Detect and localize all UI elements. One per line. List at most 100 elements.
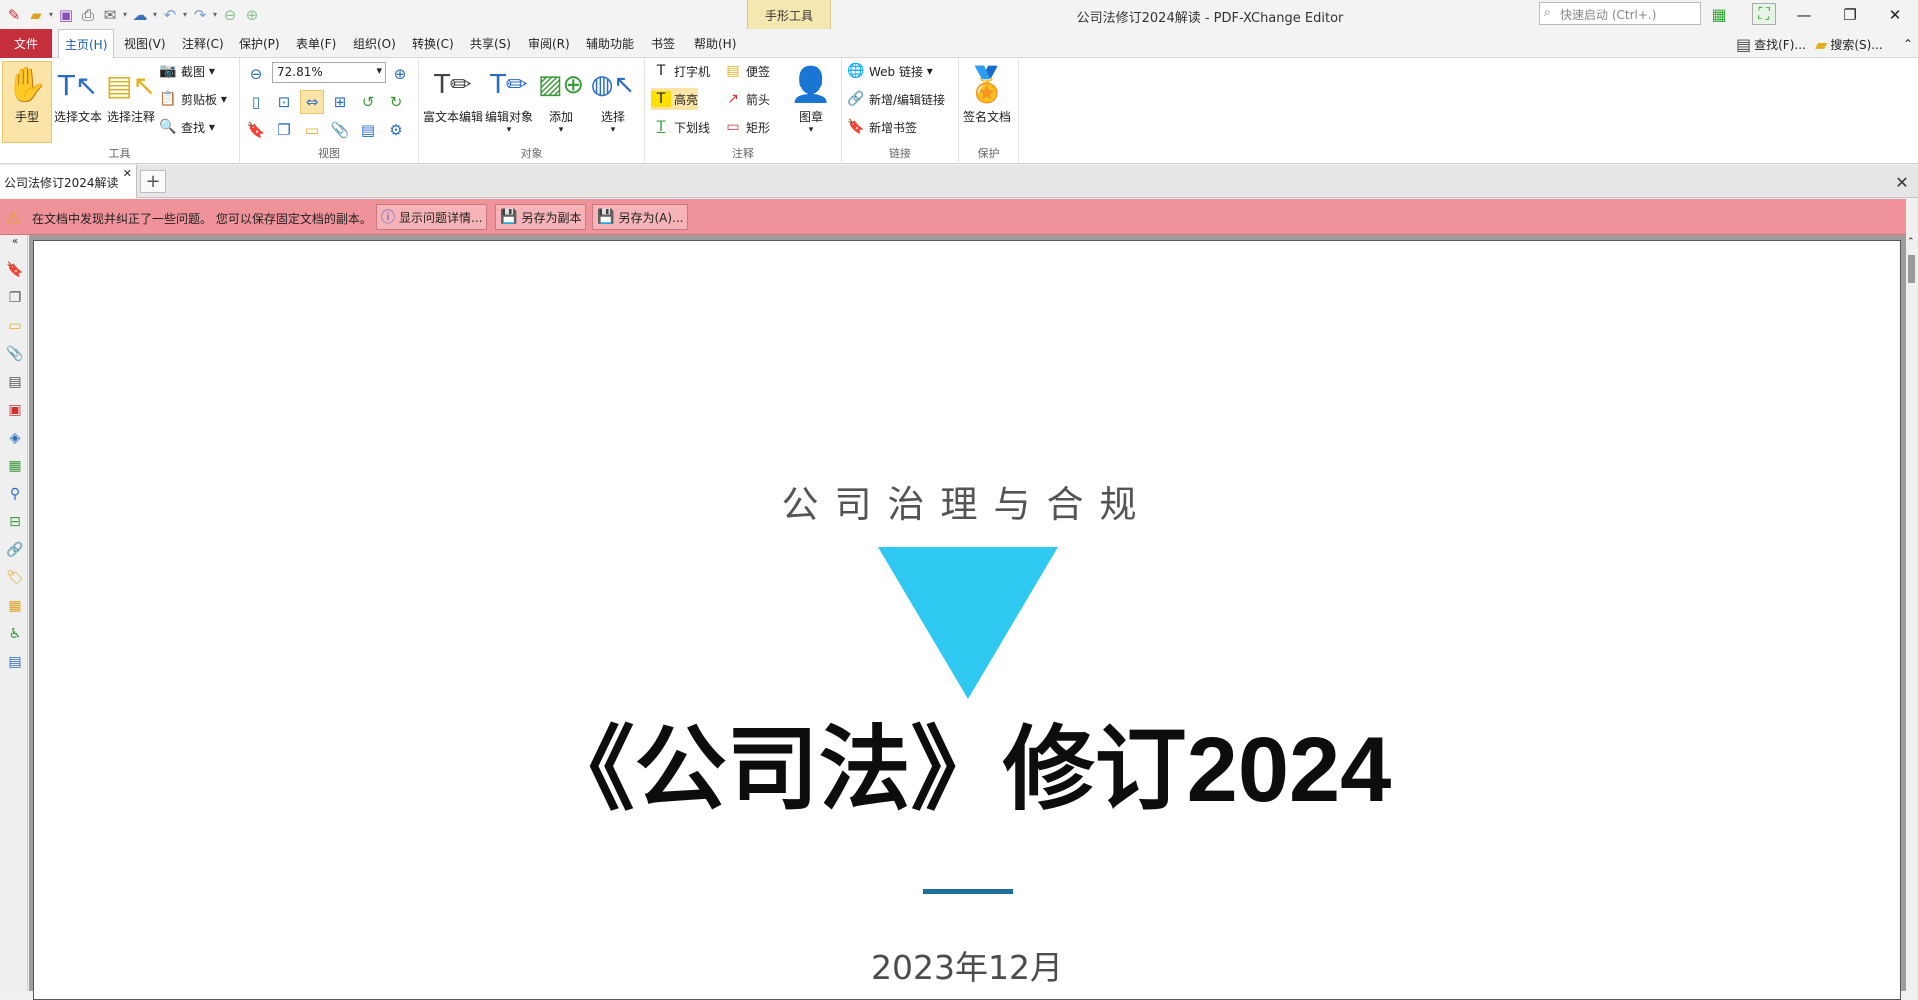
zoom-select[interactable]: 72.81% ▾ xyxy=(272,62,386,83)
order-pane-icon[interactable]: ▦ xyxy=(4,595,26,617)
comments-pane-icon[interactable]: ▭ xyxy=(4,315,26,337)
links-pane-icon[interactable]: 🔗 xyxy=(4,539,26,561)
select-text-button[interactable]: T↖ 选择文本 xyxy=(54,62,102,125)
comments-icon[interactable]: ▭ xyxy=(300,118,324,142)
restore-button[interactable]: ❐ xyxy=(1827,0,1873,29)
file-menu-button[interactable]: 文件 xyxy=(0,29,52,58)
close-button[interactable]: ✕ xyxy=(1872,0,1918,29)
stamp-button[interactable]: 👤 图章 ▾ xyxy=(790,62,832,135)
web-link-button[interactable]: 🌐 Web 链接 ▾ xyxy=(846,60,933,82)
email-icon[interactable]: ✉ xyxy=(99,4,121,26)
attachment-icon[interactable]: 📎 xyxy=(328,118,352,142)
sign-document-button[interactable]: 🏅 签名文档 xyxy=(963,62,1011,125)
chevron-down-icon[interactable]: ▾ xyxy=(181,10,189,19)
save-as-button[interactable]: 💾 另存为(A)... xyxy=(592,204,689,230)
find-button[interactable]: ▤ 查找(F)... xyxy=(1736,33,1806,55)
clipboard-button[interactable]: 📋 剪贴板 ▾ xyxy=(158,88,227,110)
destinations-pane-icon[interactable]: ⚲ xyxy=(4,483,26,505)
edit-object-button[interactable]: T✏ 编辑对象 ▾ xyxy=(485,62,533,135)
underline-button[interactable]: T 下划线 xyxy=(651,116,710,138)
forward-icon[interactable]: ⊕ xyxy=(241,4,263,26)
redo-icon[interactable]: ↷ xyxy=(189,4,211,26)
scrollbar-thumb[interactable] xyxy=(1908,255,1915,283)
thumbnail-icon[interactable]: ▤ xyxy=(356,118,380,142)
structure-pane-icon[interactable]: ⊟ xyxy=(4,511,26,533)
content-pane-icon[interactable]: ▤ xyxy=(4,371,26,393)
app-icon[interactable]: ✎ xyxy=(3,4,25,26)
tab-help[interactable]: 帮助(H) xyxy=(688,29,742,58)
hand-tool-button[interactable]: ✋ 手型 xyxy=(2,61,52,143)
tab-review[interactable]: 审阅(R) xyxy=(522,29,576,58)
chevron-down-icon[interactable]: ▾ xyxy=(47,10,55,19)
select-object-button[interactable]: ◍↖ 选择 ▾ xyxy=(591,62,635,135)
print-icon[interactable]: ⎙ xyxy=(77,4,99,26)
fields-pane-icon[interactable]: ▦ xyxy=(4,455,26,477)
cloud-icon[interactable]: ☁ xyxy=(129,4,151,26)
fit-visible-icon[interactable]: ⊞ xyxy=(328,90,352,114)
bookmark-icon[interactable]: 🔖 xyxy=(244,118,268,142)
select-comment-button[interactable]: ▤↖ 选择注释 xyxy=(106,62,156,125)
arrow-button[interactable]: ↗ 箭头 xyxy=(723,88,770,110)
pages-icon[interactable]: ❐ xyxy=(272,118,296,142)
fit-width-icon[interactable]: ⇔ xyxy=(300,90,324,114)
collapse-sidebar-icon[interactable]: « xyxy=(4,235,26,247)
find-tool-button[interactable]: 🔍 查找 ▾ xyxy=(158,116,215,138)
bookmarks-pane-icon[interactable]: 🔖 xyxy=(4,259,26,281)
thumbnails-pane-icon[interactable]: ❐ xyxy=(4,287,26,309)
tab-protect[interactable]: 保护(P) xyxy=(233,29,286,58)
tab-accessibility[interactable]: 辅助功能 xyxy=(580,29,640,58)
close-all-icon[interactable]: ✕ xyxy=(1890,170,1914,194)
snapshot-button[interactable]: 📷 截图 ▾ xyxy=(158,60,215,82)
scroll-up-icon[interactable]: ⌃ xyxy=(1907,237,1915,247)
new-bookmark-button[interactable]: 🔖 新增书签 xyxy=(846,116,917,138)
quick-launch-search[interactable]: ⌕ 快速启动 (Ctrl+.) xyxy=(1539,2,1701,25)
properties-icon[interactable]: ⚙ xyxy=(384,118,408,142)
tab-home[interactable]: 主页(H) xyxy=(58,29,115,58)
ui-options-icon[interactable]: ▦ xyxy=(1707,3,1731,25)
chevron-down-icon[interactable]: ▾ xyxy=(151,10,159,19)
rotate-left-icon[interactable]: ↺ xyxy=(356,90,380,114)
chevron-down-icon[interactable]: ▾ xyxy=(121,10,129,19)
save-icon[interactable]: ▣ xyxy=(55,4,77,26)
actual-size-icon[interactable]: ▯ xyxy=(244,90,268,114)
vertical-scrollbar[interactable]: ⌃ xyxy=(1906,235,1918,991)
show-details-button[interactable]: ⓘ 显示问题详情... xyxy=(376,204,488,230)
signatures-pane-icon[interactable]: ▣ xyxy=(4,399,26,421)
rich-text-edit-button[interactable]: T✏ 富文本编辑 xyxy=(423,62,483,125)
reading-order-pane-icon[interactable]: ▤ xyxy=(4,651,26,673)
accessibility-pane-icon[interactable]: ♿ xyxy=(4,623,26,645)
chevron-down-icon[interactable]: ▾ xyxy=(211,10,219,19)
sticky-note-button[interactable]: ▤ 便签 xyxy=(723,60,770,82)
minimize-button[interactable]: — xyxy=(1781,0,1827,29)
add-object-button[interactable]: ▨⊕ 添加 ▾ xyxy=(538,62,584,135)
tab-convert[interactable]: 转换(C) xyxy=(406,29,460,58)
tags-pane-icon[interactable]: 🏷 xyxy=(4,567,26,589)
tab-comment[interactable]: 注释(C) xyxy=(176,29,230,58)
add-tab-icon[interactable]: + xyxy=(140,170,166,193)
fit-page-icon[interactable]: ⊡ xyxy=(272,90,296,114)
fullscreen-icon[interactable]: ⛶ xyxy=(1752,3,1776,25)
save-copy-button[interactable]: 💾 另存为副本 xyxy=(495,204,587,230)
zoom-out-icon[interactable]: ⊖ xyxy=(244,62,268,86)
attachments-pane-icon[interactable]: 📎 xyxy=(4,343,26,365)
document-tab[interactable]: 公司法修订2024解读 ✕ xyxy=(0,165,137,198)
document-canvas[interactable]: 公司治理与合规 《公司法》修订2024 2023年12月 xyxy=(29,235,1906,1000)
rotate-right-icon[interactable]: ↻ xyxy=(384,90,408,114)
layers-pane-icon[interactable]: ◈ xyxy=(4,427,26,449)
highlight-button[interactable]: T 高亮 xyxy=(651,88,699,110)
rectangle-button[interactable]: ▭ 矩形 xyxy=(723,116,770,138)
close-icon[interactable]: ✕ xyxy=(123,167,132,180)
tab-bookmarks[interactable]: 书签 xyxy=(645,29,681,58)
search-button[interactable]: ▰ 搜索(S)... xyxy=(1815,33,1883,55)
tab-forms[interactable]: 表单(F) xyxy=(290,29,342,58)
open-folder-icon[interactable]: ▰ xyxy=(25,4,47,26)
typewriter-button[interactable]: T 打字机 xyxy=(651,60,710,82)
new-edit-link-button[interactable]: 🔗 新增/编辑链接 xyxy=(846,88,945,110)
undo-icon[interactable]: ↶ xyxy=(159,4,181,26)
tab-view[interactable]: 视图(V) xyxy=(118,29,172,58)
collapse-ribbon-icon[interactable]: ⌃ xyxy=(1903,33,1913,55)
back-icon[interactable]: ⊖ xyxy=(219,4,241,26)
zoom-in-icon[interactable]: ⊕ xyxy=(388,62,412,86)
tab-organize[interactable]: 组织(O) xyxy=(347,29,402,58)
tab-share[interactable]: 共享(S) xyxy=(464,29,517,58)
